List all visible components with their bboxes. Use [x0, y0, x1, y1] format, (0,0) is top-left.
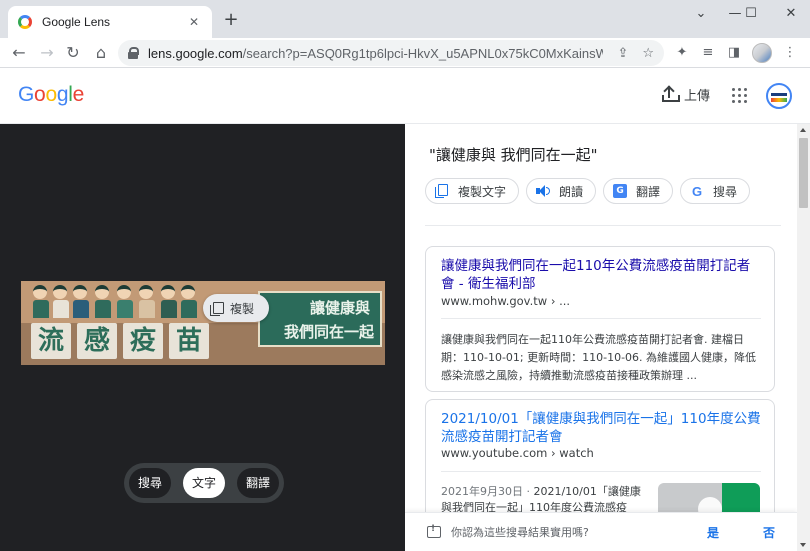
share-icon[interactable]: ⇪	[617, 46, 628, 61]
tab-title: Google Lens	[42, 15, 111, 29]
copy-chip-label: 複製	[230, 301, 255, 316]
upload-label: 上傳	[684, 89, 711, 104]
extensions-icon[interactable]: ✦	[672, 43, 692, 63]
lens-header: Google 上傳	[0, 68, 810, 124]
upload-icon	[662, 84, 680, 102]
result-url: www.mohw.gov.tw › ...	[441, 294, 571, 308]
close-tab-icon[interactable]: ✕	[186, 15, 202, 29]
card-divider	[441, 471, 761, 472]
google-icon: G	[691, 183, 703, 199]
profile-avatar[interactable]	[752, 43, 772, 63]
new-tab-icon[interactable]: +	[221, 10, 241, 30]
copy-text-chip[interactable]: 複製	[203, 294, 269, 322]
results-pane: "讓健康與 我們同在一起" 複製文字 朗讀 G 翻譯 G 搜尋 讓健康與我們同在…	[405, 124, 797, 551]
url-path: /search?p=ASQ0Rg1tp6lpci-HkvX_u5APNL0x75…	[242, 45, 604, 61]
result-title[interactable]: 2021/10/01「讓健康與我們同在一起」110年度公費流感疫苗開打記者會	[441, 410, 761, 446]
feedback-question: 你認為這些搜尋結果實用嗎?	[451, 526, 589, 539]
result-url: www.youtube.com › watch	[441, 446, 594, 460]
result-snippet: 讓健康與我們同在一起110年公費流感疫苗開打記者會. 建檔日期：110-10-0…	[441, 333, 757, 382]
scroll-thumb[interactable]	[799, 138, 808, 208]
logo-letter: e	[72, 83, 85, 106]
maximize-icon[interactable]: ☐	[736, 4, 766, 24]
feedback-icon	[427, 524, 441, 538]
more-menu-icon[interactable]: ⋮	[780, 43, 800, 63]
window-close-icon[interactable]: ✕	[776, 4, 806, 24]
side-panel-icon[interactable]: ◨	[724, 43, 744, 63]
feedback-bar: 你認為這些搜尋結果實用嗎? 是 否	[405, 512, 797, 551]
scroll-up-icon[interactable]	[800, 128, 806, 132]
text-actions: 複製文字 朗讀 G 翻譯 G 搜尋	[425, 178, 751, 204]
reload-icon[interactable]: ↻	[62, 42, 84, 64]
account-avatar[interactable]	[766, 83, 792, 109]
copy-text-button[interactable]: 複製文字	[425, 178, 520, 204]
search-button[interactable]: G 搜尋	[680, 178, 751, 204]
forward-icon[interactable]: →	[36, 42, 58, 64]
upload-button[interactable]: 上傳	[662, 84, 711, 104]
mode-search-button[interactable]: 搜尋	[129, 468, 172, 498]
copy-icon	[210, 301, 224, 316]
analyzed-image[interactable]: 流 感 疫 苗 讓健康與 我們同在一起	[21, 281, 385, 365]
result-card[interactable]: 讓健康與我們同在一起110年公費流感疫苗開打記者會 - 衛生福利部 www.mo…	[425, 246, 775, 392]
bookmark-star-icon[interactable]: ☆	[642, 46, 654, 61]
detected-text-query: "讓健康與 我們同在一起"	[429, 146, 598, 164]
google-logo[interactable]: Google	[18, 83, 84, 107]
result-title[interactable]: 讓健康與我們同在一起110年公費流感疫苗開打記者會 - 衛生福利部	[441, 257, 761, 293]
browser-tab[interactable]: Google Lens ✕	[8, 6, 212, 38]
logo-letter: o	[45, 83, 57, 106]
image-pane: 流 感 疫 苗 讓健康與 我們同在一起 複製 搜尋 文字 翻譯	[0, 124, 405, 551]
logo-letter: o	[34, 83, 46, 106]
mode-switcher: 搜尋 文字 翻譯	[124, 463, 284, 503]
section-divider	[425, 225, 781, 226]
url-text: lens.google.com/search?p=ASQ0Rg1tp6lpci-…	[148, 46, 603, 61]
translate-button[interactable]: G 翻譯	[603, 178, 674, 204]
lock-icon[interactable]	[128, 47, 139, 59]
home-icon[interactable]: ⌂	[90, 42, 112, 64]
people-illustration	[27, 285, 217, 321]
copy-icon	[435, 184, 449, 198]
chevron-down-icon[interactable]: ⌄	[686, 4, 716, 24]
speaker-icon	[536, 184, 551, 198]
browser-toolbar: ← → ↻ ⌂ lens.google.com/search?p=ASQ0Rg1…	[0, 38, 810, 68]
tab-strip: Google Lens ✕ + ⌄ — ☐ ✕	[0, 0, 810, 38]
address-bar[interactable]: lens.google.com/search?p=ASQ0Rg1tp6lpci-…	[118, 40, 664, 66]
logo-letter: g	[56, 83, 69, 106]
feedback-yes-button[interactable]: 是	[685, 524, 741, 541]
banner-slogan[interactable]: 讓健康與 我們同在一起	[258, 291, 382, 347]
google-lens-favicon-icon	[18, 15, 32, 29]
media-control-icon[interactable]: ≡	[698, 43, 718, 63]
listen-button[interactable]: 朗讀	[526, 178, 597, 204]
results-scrollbar[interactable]	[797, 124, 810, 551]
translate-icon: G	[613, 184, 628, 198]
feedback-no-button[interactable]: 否	[741, 524, 797, 541]
google-apps-icon[interactable]	[732, 88, 747, 103]
card-divider	[441, 318, 761, 319]
back-icon[interactable]: ←	[8, 42, 30, 64]
banner-title: 流 感 疫 苗	[31, 323, 209, 359]
scroll-down-icon[interactable]	[800, 543, 806, 547]
logo-letter: G	[18, 83, 35, 106]
mode-text-button[interactable]: 文字	[182, 468, 225, 498]
url-host: lens.google.com	[148, 45, 243, 61]
mode-translate-button[interactable]: 翻譯	[236, 468, 279, 498]
